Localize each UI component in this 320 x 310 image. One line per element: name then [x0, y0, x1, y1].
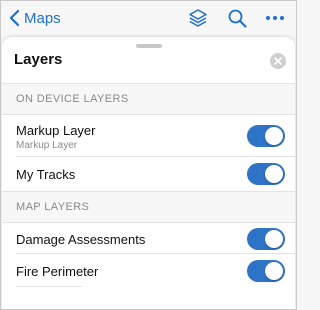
- layer-row-markup-layer[interactable]: Markup Layer Markup Layer: [2, 115, 295, 157]
- more-icon[interactable]: [264, 7, 286, 29]
- section-header-label: MAP LAYERS: [16, 201, 90, 213]
- toggle-knob: [265, 230, 283, 248]
- navigation-bar: Maps: [1, 1, 296, 35]
- layers-icon[interactable]: [187, 7, 209, 29]
- layer-title: My Tracks: [16, 167, 76, 182]
- back-button[interactable]: Maps: [7, 7, 61, 29]
- layer-toggle-damage-assessments[interactable]: [247, 228, 285, 250]
- layer-subtitle: Markup Layer: [16, 140, 78, 151]
- back-button-label: Maps: [24, 9, 61, 27]
- row-divider: [16, 253, 295, 254]
- screen: Maps Layers ON DEVICE LAYERS Markup Laye…: [0, 0, 297, 310]
- toggle-knob: [265, 127, 283, 145]
- layer-row-damage-assessments[interactable]: Damage Assessments: [2, 223, 295, 254]
- list-end-divider: [16, 286, 82, 287]
- sheet-title: Layers: [14, 51, 63, 68]
- layer-title: Markup Layer: [16, 123, 96, 138]
- section-header-on-device: ON DEVICE LAYERS: [2, 84, 295, 115]
- section-header-label: ON DEVICE LAYERS: [16, 93, 129, 105]
- layer-title: Fire Perimeter: [16, 264, 99, 279]
- layers-sheet: Layers ON DEVICE LAYERS Markup Layer Mar…: [2, 37, 295, 309]
- close-icon: [274, 57, 282, 65]
- sheet-header: Layers: [2, 47, 295, 84]
- layer-toggle-my-tracks[interactable]: [247, 163, 285, 185]
- layer-toggle-fire-perimeter[interactable]: [247, 260, 285, 282]
- layer-row-my-tracks[interactable]: My Tracks: [2, 158, 295, 190]
- search-icon[interactable]: [226, 7, 248, 29]
- row-divider: [16, 156, 295, 157]
- layer-title: Damage Assessments: [16, 232, 146, 247]
- chevron-left-icon: [7, 8, 23, 28]
- toggle-knob: [265, 165, 283, 183]
- layer-toggle-markup-layer[interactable]: [247, 125, 285, 147]
- section-header-map-layers: MAP LAYERS: [2, 191, 295, 223]
- toggle-knob: [265, 262, 283, 280]
- layer-row-fire-perimeter[interactable]: Fire Perimeter: [2, 255, 295, 286]
- close-button[interactable]: [270, 53, 286, 69]
